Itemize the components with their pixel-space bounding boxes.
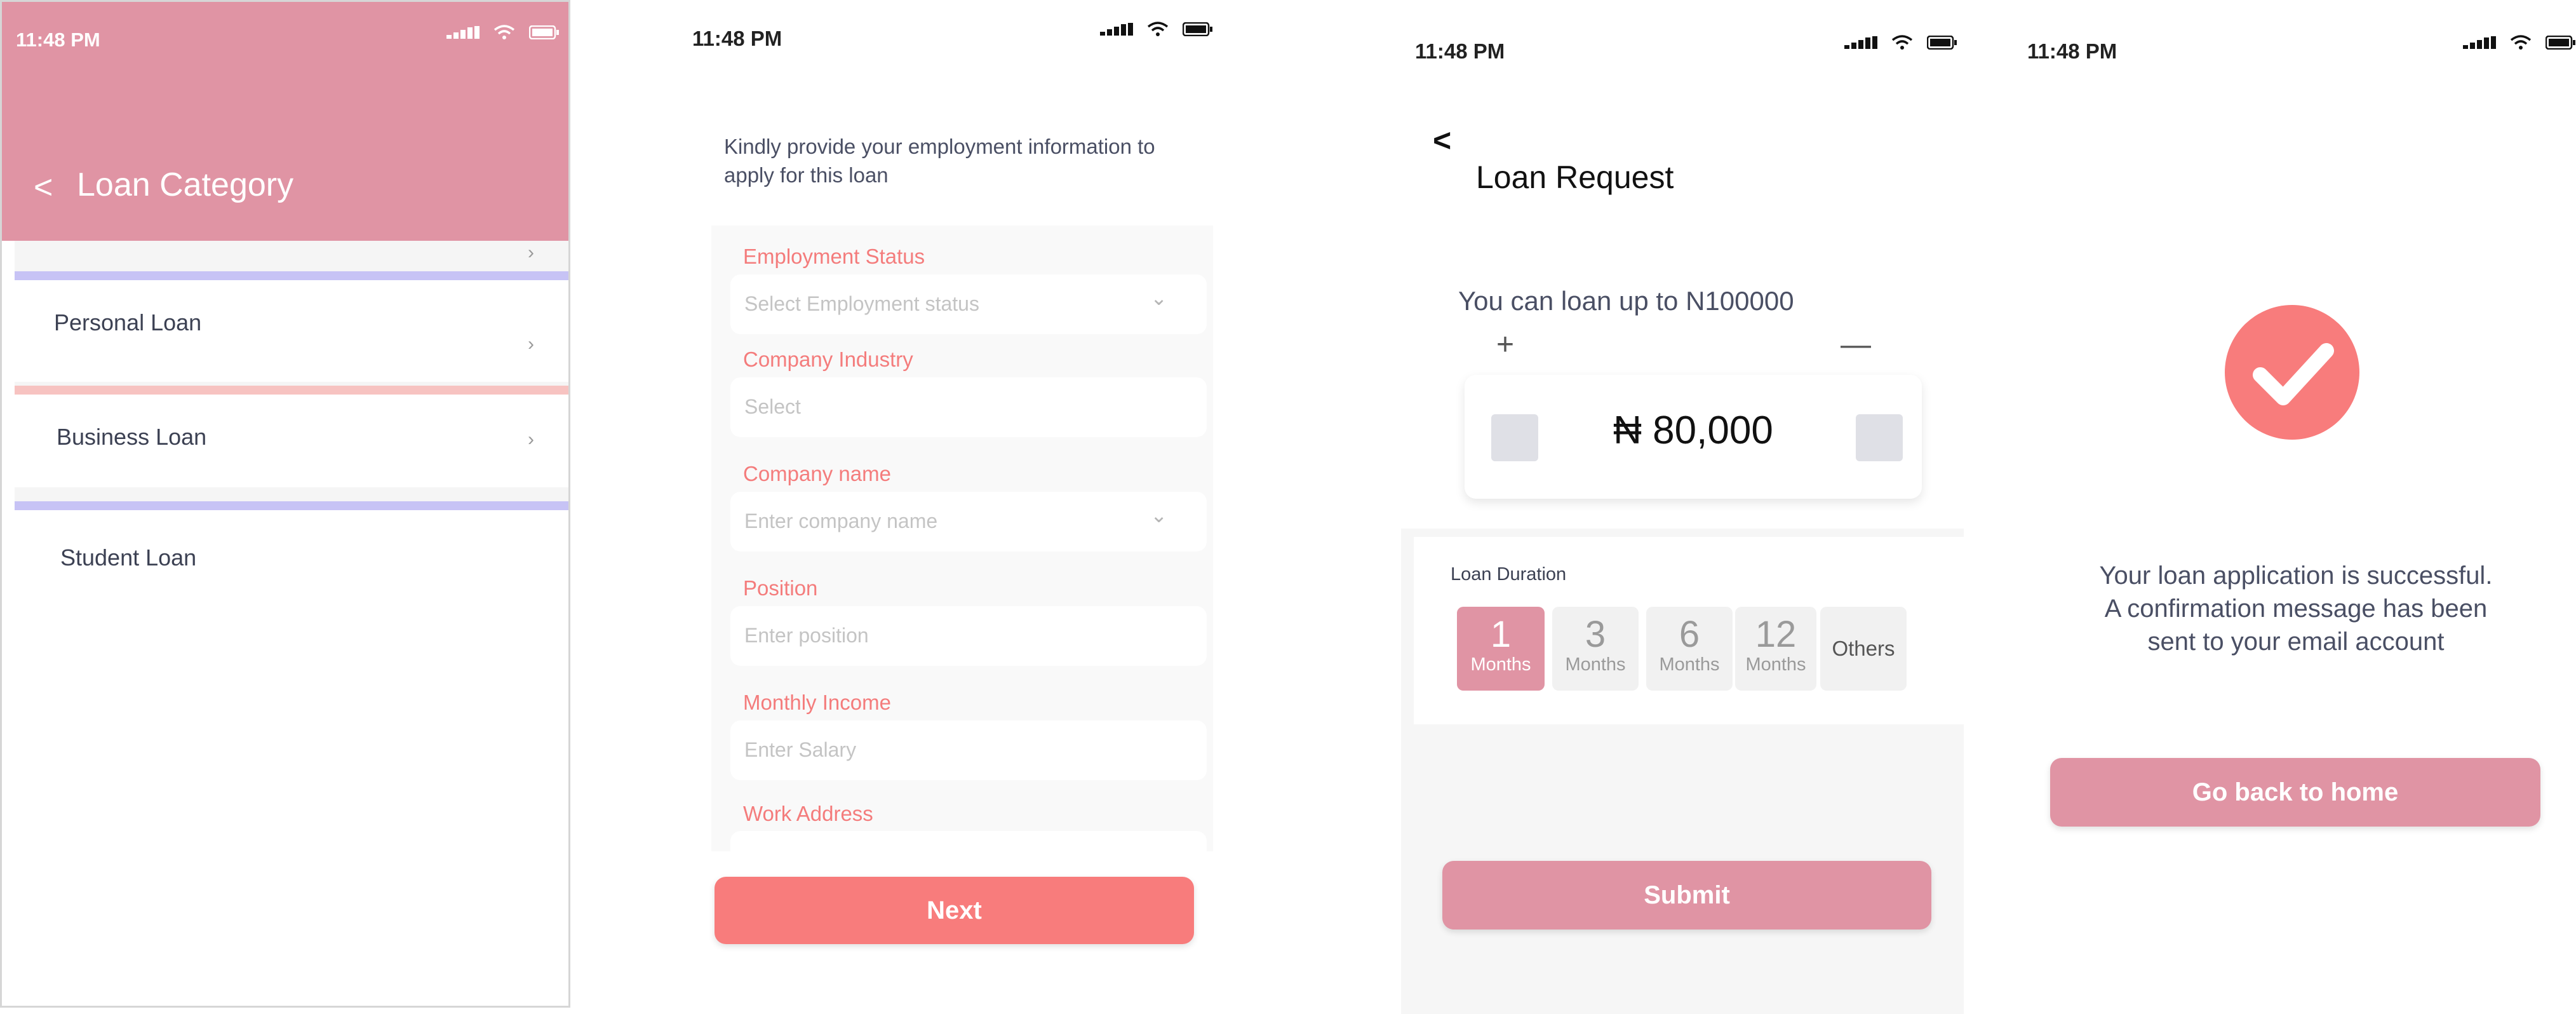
success-message-line: Your loan application is successful. <box>2099 562 2493 590</box>
back-button[interactable]: < <box>34 168 53 206</box>
company-name-input[interactable]: Enter company name ⌄ <box>730 492 1207 551</box>
wifi-icon <box>1147 22 1169 36</box>
category-label: Business Loan <box>57 424 207 450</box>
category-color-bar <box>15 501 568 510</box>
status-time: 11:48 PM <box>16 29 100 51</box>
duration-option-6[interactable]: 6 Months <box>1646 607 1733 691</box>
duration-number: 6 <box>1679 614 1700 655</box>
decrease-amount-button[interactable]: — <box>1841 327 1871 362</box>
chevron-right-icon: › <box>528 242 534 263</box>
loan-limit-text: You can loan up to N100000 <box>1458 286 1794 316</box>
battery-icon <box>1927 36 1957 50</box>
loan-category-screen: 11:48 PM < Loan Category › Personal Loan… <box>0 0 570 1008</box>
battery-icon <box>529 25 559 39</box>
intro-text: Kindly provide your employment informati… <box>724 135 1155 187</box>
chevron-down-icon: ⌄ <box>1150 287 1167 309</box>
category-label: Personal Loan <box>54 309 202 335</box>
category-item-personal-loan[interactable]: Personal Loan › <box>15 271 568 382</box>
field-label: Employment Status <box>743 245 925 268</box>
field-label: Company name <box>743 462 891 485</box>
chevron-right-icon: › <box>528 429 534 450</box>
next-button[interactable]: Next <box>714 877 1194 944</box>
duration-unit: Months <box>1745 654 1806 675</box>
submit-button[interactable]: Submit <box>1442 861 1931 930</box>
signal-icon <box>1100 23 1133 36</box>
category-item-student-loan[interactable]: Student Loan <box>15 501 568 611</box>
success-screen: 11:48 PM Your loan application is succes… <box>2013 0 2576 1014</box>
category-item-business-loan[interactable]: Business Loan › <box>15 386 568 487</box>
page-title: Loan Request <box>1476 159 1674 195</box>
duration-number: 3 <box>1585 614 1606 655</box>
field-placeholder: Select <box>744 395 801 418</box>
duration-unit: Months <box>1470 654 1531 675</box>
loan-request-screen: 11:48 PM < Loan Request You can loan up … <box>1401 0 1964 1014</box>
success-message: Your loan application is successful. A c… <box>2051 559 2540 658</box>
checkmark-icon <box>2225 305 2359 440</box>
category-label: Student Loan <box>60 544 197 571</box>
status-icons <box>2463 35 2576 50</box>
page-title: Loan Category <box>77 166 294 203</box>
chevron-down-icon: ⌄ <box>1150 504 1167 527</box>
category-color-bar <box>15 271 568 280</box>
work-address-input[interactable] <box>730 831 1207 851</box>
amount-card: ₦ 80,000 <box>1465 375 1922 499</box>
signal-icon <box>1844 36 1877 49</box>
battery-icon <box>2546 36 2575 50</box>
field-placeholder: Enter position <box>744 624 869 647</box>
duration-option-12[interactable]: 12 Months <box>1735 607 1816 691</box>
status-time: 11:48 PM <box>2027 39 2117 63</box>
monthly-income-input[interactable]: Enter Salary <box>730 720 1207 780</box>
duration-label: Loan Duration <box>1451 564 1567 585</box>
increase-amount-button[interactable]: + <box>1496 327 1514 362</box>
status-icons <box>446 25 560 40</box>
signal-icon <box>446 26 480 39</box>
chevron-right-icon: › <box>528 334 534 355</box>
duration-option-1[interactable]: 1 Months <box>1457 607 1545 691</box>
duration-option-others[interactable]: Others <box>1820 607 1907 691</box>
duration-number: 1 <box>1490 614 1512 655</box>
field-placeholder: Enter Salary <box>744 738 857 761</box>
header-bar: 11:48 PM < Loan Category <box>2 2 568 241</box>
employment-status-select[interactable]: Select Employment status ⌄ <box>730 274 1207 334</box>
position-input[interactable]: Enter position <box>730 606 1207 666</box>
field-label: Position <box>743 576 818 600</box>
field-label: Monthly Income <box>743 691 891 714</box>
field-label: Work Address <box>743 802 873 825</box>
status-time: 11:48 PM <box>692 27 782 50</box>
employment-info-screen: 11:48 PM Kindly provide your employment … <box>673 0 1213 966</box>
field-placeholder: Select Employment status <box>744 292 979 315</box>
status-icons <box>1844 35 1957 50</box>
status-icons <box>1100 22 1213 37</box>
success-message-line: A confirmation message has been <box>2104 595 2488 623</box>
signal-icon <box>2463 36 2496 49</box>
duration-unit: Months <box>1659 654 1720 675</box>
battery-icon <box>1183 22 1212 36</box>
status-time: 11:48 PM <box>1415 39 1505 63</box>
wifi-icon <box>493 25 515 39</box>
category-color-bar <box>15 386 568 395</box>
duration-number: 12 <box>1755 614 1797 655</box>
back-button[interactable]: < <box>1433 122 1451 159</box>
duration-option-3[interactable]: 3 Months <box>1552 607 1639 691</box>
field-placeholder: Enter company name <box>744 510 938 532</box>
go-home-button[interactable]: Go back to home <box>2050 758 2540 827</box>
company-industry-select[interactable]: Select <box>730 377 1207 437</box>
amount-right-toggle[interactable] <box>1856 414 1903 461</box>
wifi-icon <box>1891 35 1913 50</box>
field-label: Company Industry <box>743 348 913 371</box>
loan-amount: ₦ 80,000 <box>1613 409 1773 452</box>
success-message-line: sent to your email account <box>2147 628 2445 656</box>
duration-unit: Months <box>1565 654 1626 675</box>
wifi-icon <box>2510 35 2532 50</box>
